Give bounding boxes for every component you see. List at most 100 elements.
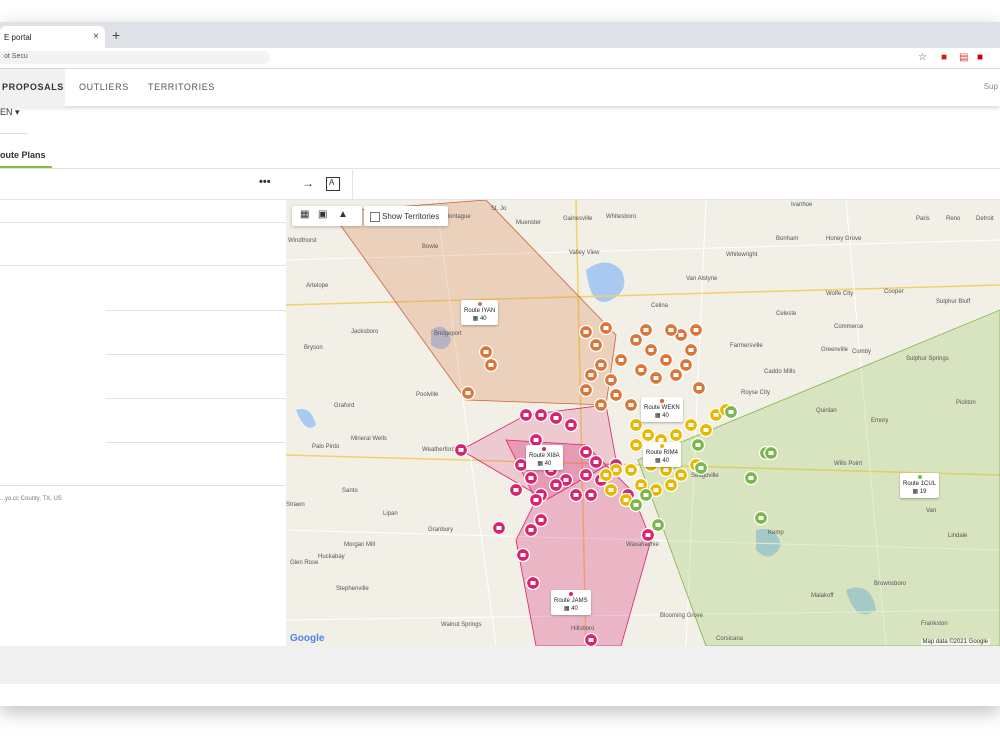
store-icon	[465, 391, 471, 395]
browser-tab[interactable]: E portal ×	[0, 26, 105, 48]
route-label[interactable]: Route IYAN ▦ 40	[461, 300, 499, 325]
bookmark-star-icon[interactable]: ☆	[918, 52, 927, 63]
store-icon	[618, 358, 624, 362]
store-icon	[533, 498, 539, 502]
route-label[interactable]: Route 1CUL ▦ 19	[900, 473, 940, 498]
store-icon	[603, 473, 609, 477]
route-label[interactable]: Route JAMS ▦ 40	[551, 590, 591, 615]
store-icon	[583, 388, 589, 392]
terrain-icon[interactable]: ▲	[338, 209, 348, 220]
route-count: 40	[544, 461, 552, 467]
store-icon	[593, 343, 599, 347]
store-icon	[633, 423, 639, 427]
store-icon	[633, 338, 639, 342]
location-text: ...yo.cc County, TX, US	[0, 496, 62, 502]
store-icon	[696, 386, 702, 390]
route-name: Route JAMS	[554, 598, 588, 604]
store-icon	[520, 553, 526, 557]
route-map[interactable]: Montague St. Jo Muenster Gainesville Whi…	[286, 200, 1000, 646]
store-icon	[698, 466, 704, 470]
store-icon	[583, 473, 589, 477]
map-icon[interactable]: ▦	[300, 209, 309, 220]
browser-tab-title: E portal	[4, 33, 32, 42]
page-footer	[0, 646, 1000, 684]
store-icon	[638, 368, 644, 372]
store-icon	[688, 348, 694, 352]
store-icon	[538, 518, 544, 522]
support-link[interactable]: Sup	[984, 82, 998, 91]
show-territories-toggle[interactable]: Show Territories	[364, 206, 448, 226]
route-count: 40	[479, 316, 487, 322]
route-label[interactable]: Route XI8A ▦ 40	[526, 445, 563, 470]
map-toolbar: ••• → A	[0, 170, 1000, 200]
google-logo: Google	[290, 633, 325, 644]
store-icon	[553, 483, 559, 487]
store-icon	[608, 488, 614, 492]
language-select[interactable]: EN ▾	[0, 107, 20, 118]
store-icon	[703, 428, 709, 432]
route-label[interactable]: Route WEKN ▦ 40	[641, 397, 683, 422]
app-header: PROPOSALS OUTLIERS TERRITORIES Sup	[0, 69, 1000, 108]
new-tab-icon[interactable]: +	[112, 27, 120, 43]
route-name: Route 1CUL	[903, 481, 937, 487]
store-icon	[613, 393, 619, 397]
store-icon	[728, 410, 734, 414]
extension-icon[interactable]: ■	[941, 52, 947, 63]
map-type-controls: ▦ ▣ ▲	[292, 206, 362, 226]
store-icon	[583, 450, 589, 454]
route-label[interactable]: Route RIM4 ▦ 40	[643, 442, 682, 467]
store-icon	[458, 448, 464, 452]
store-icon	[603, 326, 609, 330]
store-icon	[678, 333, 684, 337]
show-territories-checkbox[interactable]	[370, 212, 380, 222]
more-options-icon[interactable]: •••	[259, 176, 271, 188]
tab-label: PROPOSALS	[2, 82, 64, 92]
store-icon	[645, 433, 651, 437]
store-icon	[528, 476, 534, 480]
store-icon	[573, 493, 579, 497]
route-name: Route RIM4	[646, 450, 679, 456]
store-icon	[645, 533, 651, 537]
area-select-icon[interactable]: A	[326, 177, 340, 191]
divider	[0, 168, 1000, 169]
store-icon	[663, 358, 669, 362]
store-icon	[533, 438, 539, 442]
route-count: 19	[919, 489, 927, 495]
route-name: Route WEKN	[644, 405, 680, 411]
store-icon	[653, 376, 659, 380]
extension-icon[interactable]: ■	[977, 52, 983, 63]
url-text: ot Secu	[4, 53, 28, 60]
satellite-icon[interactable]: ▣	[318, 209, 327, 220]
store-icon	[655, 523, 661, 527]
store-icon	[530, 581, 536, 585]
store-icon	[483, 350, 489, 354]
store-icon	[668, 483, 674, 487]
store-icon	[633, 503, 639, 507]
store-icon	[633, 443, 639, 447]
store-icon	[678, 473, 684, 477]
route-list-panel: ...yo.cc County, TX, US	[0, 200, 287, 646]
url-field[interactable]: ot Secu	[0, 51, 270, 64]
close-icon[interactable]: ×	[93, 31, 99, 42]
store-icon	[688, 423, 694, 427]
store-icon	[693, 328, 699, 332]
tab-proposals[interactable]: PROPOSALS	[0, 69, 65, 108]
extension-icon[interactable]: ▤	[959, 52, 968, 63]
store-icon	[758, 516, 764, 520]
store-icon	[583, 330, 589, 334]
tab-label: TERRITORIES	[148, 82, 215, 92]
store-icon	[538, 413, 544, 417]
arrow-right-icon[interactable]: →	[302, 176, 314, 190]
tab-outliers[interactable]: OUTLIERS	[79, 69, 129, 106]
tab-route-plans[interactable]: oute Plans	[0, 150, 46, 160]
route-name: Route XI8A	[529, 453, 560, 459]
store-icon	[613, 468, 619, 472]
language-field[interactable]	[0, 120, 28, 134]
store-icon	[628, 468, 634, 472]
divider	[106, 442, 286, 443]
tab-territories[interactable]: TERRITORIES	[148, 69, 215, 106]
store-icon	[598, 363, 604, 367]
store-icon	[768, 451, 774, 455]
route-count: 40	[662, 413, 669, 419]
route-name: Route IYAN	[464, 308, 496, 314]
